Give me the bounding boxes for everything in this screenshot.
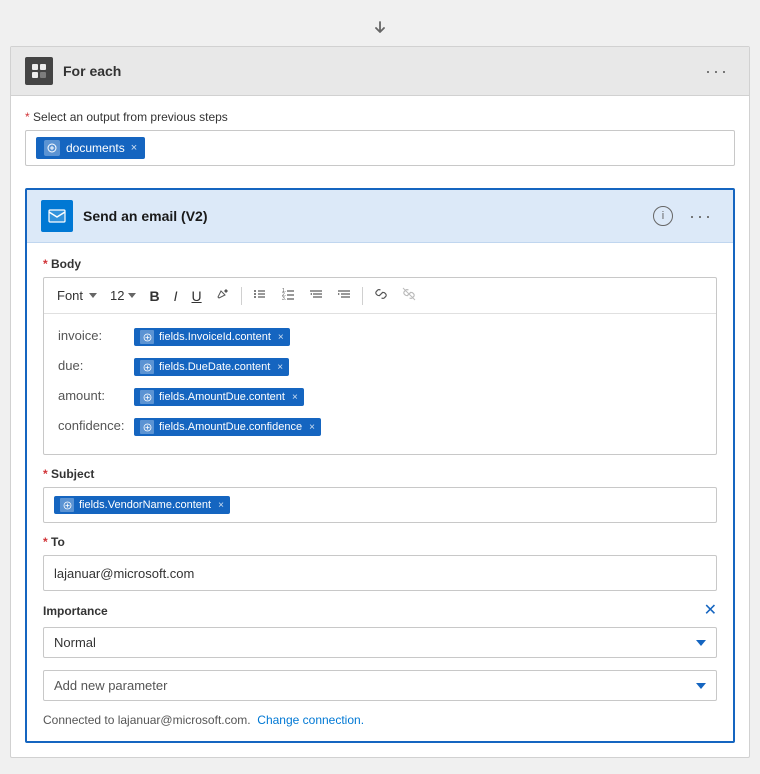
subject-label: Subject: [43, 467, 717, 481]
subject-section: Subject fields.VendorName.content: [43, 467, 717, 523]
body-confidence-row: confidence: fields.Amou: [56, 414, 704, 440]
output-input-field[interactable]: documents ×: [25, 130, 735, 166]
amount-due-tag-icon: [140, 390, 154, 404]
confidence-tag-close[interactable]: ×: [309, 422, 315, 433]
font-size-selector[interactable]: 12: [106, 286, 140, 305]
email-ellipsis-button[interactable]: ···: [683, 204, 719, 229]
documents-tag-label: documents: [66, 141, 125, 155]
subject-input[interactable]: fields.VendorName.content ×: [43, 487, 717, 523]
amount-label: amount:: [58, 388, 128, 403]
foreach-body: Select an output from previous steps doc…: [11, 96, 749, 180]
vendor-name-tag-close[interactable]: ×: [218, 500, 224, 511]
foreach-ellipsis-button[interactable]: ···: [699, 59, 735, 84]
toolbar-divider-2: [362, 287, 363, 305]
email-card-title: Send an email (V2): [83, 208, 207, 224]
info-icon[interactable]: i: [653, 206, 673, 226]
importance-close-button[interactable]: ✕: [704, 603, 717, 619]
email-body: Body Font 12: [27, 243, 733, 741]
font-size-chevron-icon: [128, 293, 136, 298]
foreach-header: For each ···: [11, 47, 749, 96]
due-label: due:: [58, 358, 128, 373]
amount-due-tag-label: fields.AmountDue.content: [159, 391, 285, 403]
documents-tag-close[interactable]: ×: [131, 143, 137, 154]
importance-row: Importance ✕: [43, 603, 717, 619]
email-header-right: i ···: [653, 204, 719, 229]
body-due-row: due: fields.DueDate.con: [56, 354, 704, 380]
bold-button[interactable]: B: [144, 285, 164, 307]
font-size-value: 12: [110, 288, 124, 303]
importance-chevron-icon: [696, 640, 706, 646]
decrease-indent-button[interactable]: [304, 284, 328, 307]
invoice-id-tag-close[interactable]: ×: [278, 332, 284, 343]
confidence-label: confidence:: [58, 418, 128, 433]
email-icon: [41, 200, 73, 232]
invoice-label: invoice:: [58, 328, 128, 343]
rich-text-container: Font 12 B I U: [43, 277, 717, 455]
vendor-name-tag-icon: [60, 498, 74, 512]
to-label: To: [43, 535, 717, 549]
svg-text:3.: 3.: [282, 296, 286, 301]
toolbar-divider-1: [241, 287, 242, 305]
font-chevron-icon: [89, 293, 97, 298]
email-card-wrapper: Send an email (V2) i ··· Body: [11, 188, 749, 757]
add-parameter-label: Add new parameter: [54, 678, 167, 693]
importance-value: Normal: [54, 635, 96, 650]
amount-due-tag: fields.AmountDue.content ×: [134, 388, 304, 406]
to-input[interactable]: [43, 555, 717, 591]
invoice-id-tag: fields.InvoiceId.content ×: [134, 328, 290, 346]
footer-prefix: Connected to lajanuar@microsoft.com.: [43, 713, 251, 727]
ordered-list-button[interactable]: 1. 2. 3.: [276, 284, 300, 307]
importance-section: Importance ✕ Normal: [43, 603, 717, 658]
importance-select[interactable]: Normal: [43, 627, 717, 658]
body-amount-row: amount: fields.AmountDu: [56, 384, 704, 410]
to-section: To: [43, 535, 717, 591]
unordered-list-button[interactable]: [248, 284, 272, 307]
rich-text-body[interactable]: invoice: fields.Invoice: [44, 314, 716, 454]
underline-button[interactable]: U: [187, 285, 207, 307]
confidence-tag-icon: [140, 420, 154, 434]
body-invoice-row: invoice: fields.Invoice: [56, 324, 704, 350]
due-date-tag-icon: [140, 360, 154, 374]
select-output-label: Select an output from previous steps: [25, 110, 735, 124]
foreach-header-left: For each: [25, 57, 121, 85]
footer-text: Connected to lajanuar@microsoft.com. Cha…: [43, 713, 717, 727]
due-date-tag-close[interactable]: ×: [277, 362, 283, 373]
invoice-id-tag-icon: [140, 330, 154, 344]
vendor-name-tag-label: fields.VendorName.content: [79, 499, 211, 511]
email-header-left: Send an email (V2): [41, 200, 207, 232]
email-header: Send an email (V2) i ···: [27, 190, 733, 243]
body-label: Body: [43, 257, 717, 271]
invoice-id-tag-label: fields.InvoiceId.content: [159, 331, 271, 343]
italic-button[interactable]: I: [169, 285, 183, 307]
foreach-card: For each ··· Select an output from previ…: [10, 46, 750, 758]
font-label: Font: [57, 288, 83, 303]
confidence-tag-label: fields.AmountDue.confidence: [159, 421, 302, 433]
change-connection-link[interactable]: Change connection.: [257, 713, 364, 727]
unlink-button[interactable]: [397, 284, 421, 307]
due-date-tag: fields.DueDate.content ×: [134, 358, 289, 376]
confidence-tag: fields.AmountDue.confidence ×: [134, 418, 321, 436]
body-section: Body Font 12: [43, 257, 717, 455]
email-card: Send an email (V2) i ··· Body: [25, 188, 735, 743]
foreach-title: For each: [63, 63, 121, 79]
add-parameter-button[interactable]: Add new parameter: [43, 670, 717, 701]
link-button[interactable]: [369, 284, 393, 307]
font-selector[interactable]: Font: [52, 285, 102, 306]
highlight-button[interactable]: [211, 284, 235, 307]
toolbar: Font 12 B I U: [44, 278, 716, 314]
importance-label: Importance: [43, 604, 108, 618]
top-arrow: [10, 10, 750, 46]
documents-tag: documents ×: [36, 137, 145, 159]
amount-due-tag-close[interactable]: ×: [292, 392, 298, 403]
documents-tag-icon: [44, 140, 60, 156]
vendor-name-tag: fields.VendorName.content ×: [54, 496, 230, 514]
add-parameter-chevron-icon: [696, 683, 706, 689]
increase-indent-button[interactable]: [332, 284, 356, 307]
foreach-loop-icon: [25, 57, 53, 85]
due-date-tag-label: fields.DueDate.content: [159, 361, 270, 373]
